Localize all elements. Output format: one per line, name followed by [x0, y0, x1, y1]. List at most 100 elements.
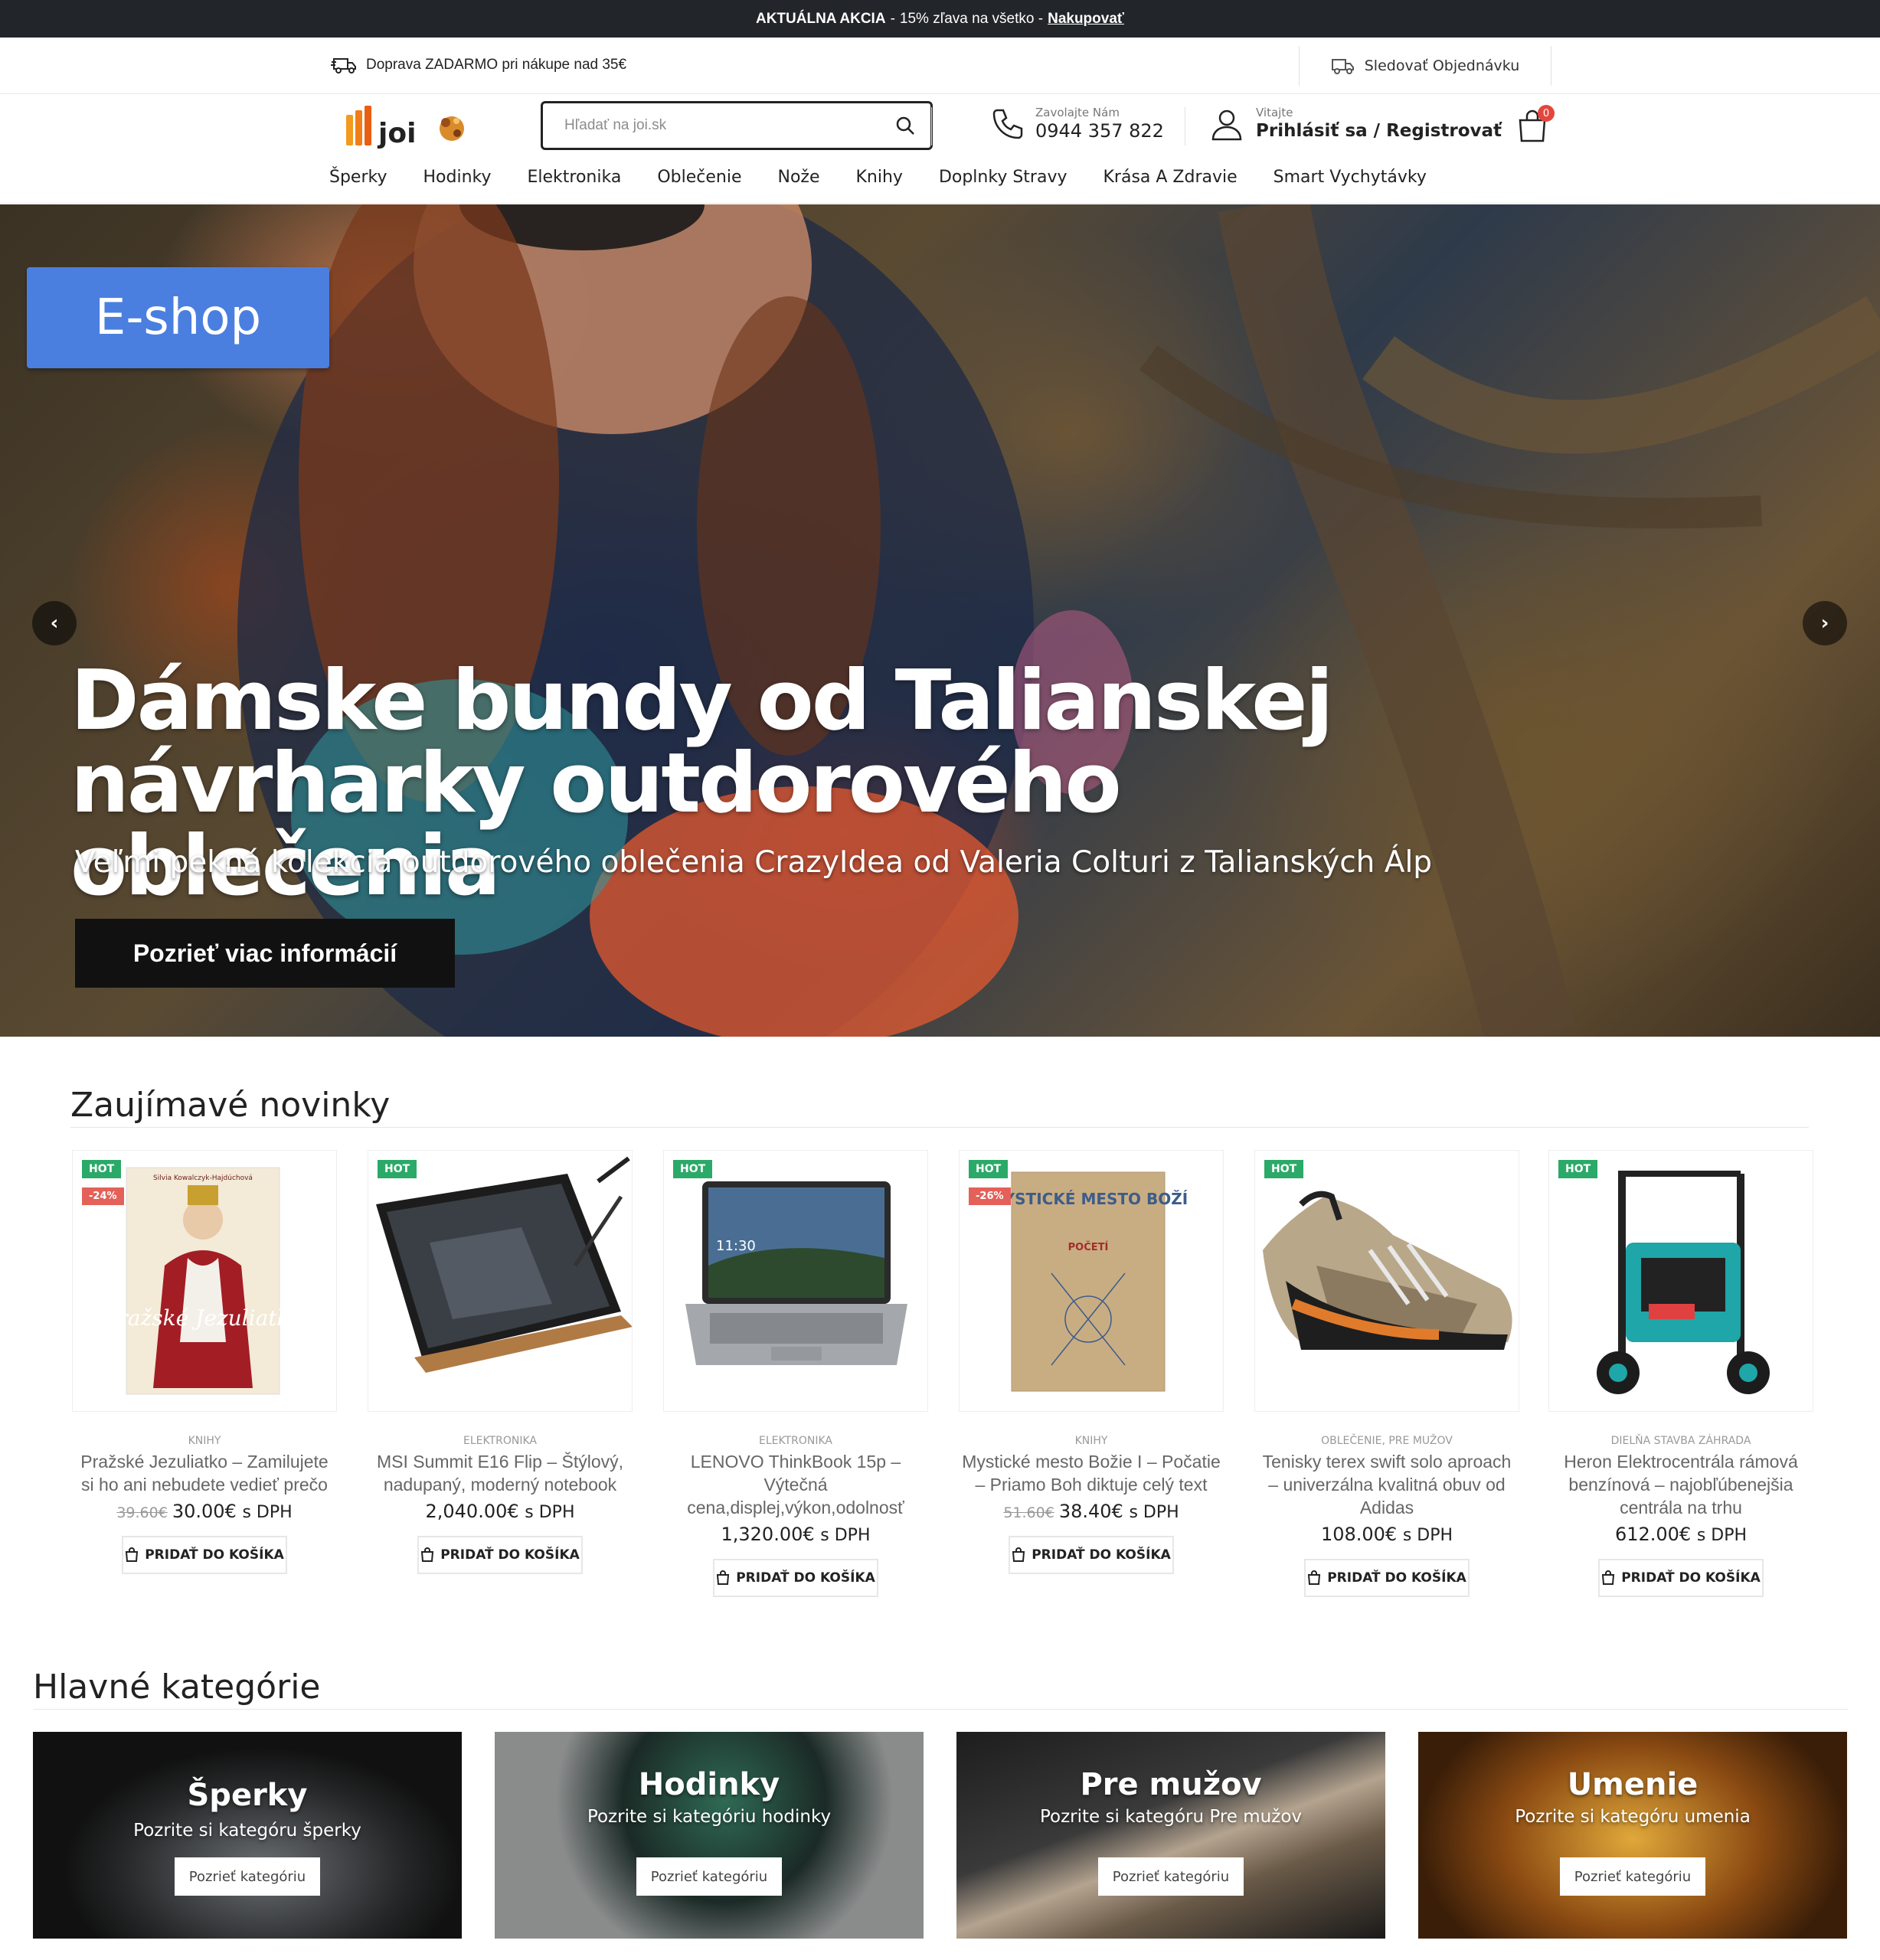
product-category[interactable]: DIELŇA STAVBA ZÁHRADA [1548, 1435, 1813, 1447]
product-price: 39.60€ 30.00€ s DPH [72, 1501, 337, 1522]
nav-item-doplnky-stravy[interactable]: Doplnky Stravy [939, 168, 1068, 187]
category-card-sperky[interactable]: Šperky Pozrite si kategóru šperky Pozrie… [33, 1732, 462, 1939]
phone-contact[interactable]: Zavolajte Nám 0944 357 822 [991, 106, 1164, 142]
product-category[interactable]: ELEKTRONIKA [663, 1435, 928, 1447]
product-card[interactable]: HOT OBLEČENIE, PRE MUŽOV Tenisky terex s… [1254, 1150, 1519, 1597]
add-to-cart-button[interactable]: PRIDAŤ DO KOŠÍKA [1598, 1559, 1764, 1597]
search-input[interactable] [564, 117, 895, 134]
hot-badge: HOT [1264, 1160, 1304, 1178]
free-shipping-notice: Doprava ZADARMO pri nákupe nad 35€ [331, 56, 626, 74]
product-name[interactable]: MSI Summit E16 Flip – Štýlový, nadupaný,… [368, 1450, 633, 1496]
product-name[interactable]: LENOVO ThinkBook 15p – Výtečná cena,disp… [663, 1450, 928, 1519]
product-name[interactable]: Tenisky terex swift solo aproach – unive… [1254, 1450, 1519, 1519]
login-register-link[interactable]: Prihlásiť sa / Registrovať [1256, 119, 1502, 142]
book-author: Silvia Kowalczyk-Hajdúchová [153, 1174, 253, 1182]
nav-item-hodinky[interactable]: Hodinky [423, 168, 492, 187]
header-divider [931, 107, 932, 145]
product-price: 612.00€ s DPH [1548, 1524, 1813, 1545]
add-to-cart-label: PRIDAŤ DO KOŠÍKA [1327, 1570, 1466, 1586]
hot-badge: HOT [378, 1160, 417, 1178]
section-title-kategorie: Hlavné kategórie [33, 1668, 321, 1707]
category-card-hodinky[interactable]: Hodinky Pozrite si kategóriu hodinky Poz… [495, 1732, 924, 1939]
nav-item-oblecenie[interactable]: Oblečenie [657, 168, 741, 187]
book-title-text: MYSTICKÉ MESTO BOŽÍ [989, 1190, 1188, 1208]
account-login[interactable]: Vitajte Prihlásiť sa / Registrovať [1210, 106, 1502, 142]
shopping-bag-icon [421, 1547, 434, 1562]
hot-badge: HOT [673, 1160, 713, 1178]
nav-item-noze[interactable]: Nože [777, 168, 819, 187]
section-title-novinky: Zaujímavé novinky [70, 1086, 391, 1125]
cart-button[interactable]: 0 [1516, 105, 1555, 146]
vat-label: s DPH [1696, 1526, 1748, 1545]
nav-item-elektronika[interactable]: Elektronika [528, 168, 622, 187]
add-to-cart-button[interactable]: PRIDAŤ DO KOŠÍKA [1304, 1559, 1470, 1597]
account-label: Vitajte [1256, 106, 1293, 119]
product-card[interactable]: HOT DIELŇA STAVBA ZÁHRADA Heron Elektroc… [1548, 1150, 1813, 1597]
category-description: Pozrite si kategóriu hodinky [587, 1807, 832, 1827]
track-order-link[interactable]: Sledovať Objednávku [1299, 46, 1551, 86]
current-price: 108.00€ [1320, 1524, 1398, 1545]
promo-shop-link[interactable]: Nakupovať [1048, 11, 1124, 28]
product-card[interactable]: HOT ELEKTRONIKA MSI Summit E16 Flip – Št… [368, 1150, 633, 1574]
promo-label: AKTUÁLNA AKCIA [755, 10, 886, 27]
product-name[interactable]: Mystické mesto Božie I – Počatie – Priam… [959, 1450, 1224, 1496]
view-category-button[interactable]: Pozrieť kategóriu [1560, 1857, 1705, 1896]
product-name[interactable]: Heron Elektrocentrála rámová benzínová –… [1548, 1450, 1813, 1519]
category-title: Hodinky [638, 1767, 780, 1802]
free-shipping-text: Doprava ZADARMO pri nákupe nad 35€ [366, 57, 627, 73]
discount-badge: -24% [82, 1187, 124, 1205]
category-description: Pozrite si kategóru umenia [1515, 1807, 1751, 1827]
hero-subtitle: Veľmi pekná kolekcia outdorového oblečen… [75, 845, 1433, 880]
nav-item-krasa-a-zdravie[interactable]: Krása A Zdravie [1103, 168, 1237, 187]
svg-text:joi: joi [377, 118, 416, 149]
search-icon[interactable] [895, 116, 915, 136]
product-image[interactable]: Silvia Kowalczyk-Hajdúchová Pražské Jezu… [72, 1150, 337, 1412]
view-category-button[interactable]: Pozrieť kategóriu [1098, 1857, 1244, 1896]
add-to-cart-button[interactable]: PRIDAŤ DO KOŠÍKA [417, 1536, 583, 1574]
nav-item-knihy[interactable]: Knihy [855, 168, 902, 187]
hero-more-info-button[interactable]: Pozrieť viac informácií [75, 919, 455, 988]
phone-number[interactable]: 0944 357 822 [1035, 119, 1164, 142]
product-image[interactable]: MYSTICKÉ MESTO BOŽÍ POČETÍ HOT -26% [959, 1150, 1224, 1412]
add-to-cart-button[interactable]: PRIDAŤ DO KOŠÍKA [122, 1536, 287, 1574]
section-divider [33, 1709, 1848, 1710]
book-title-text: Pražské Jezuliatko [103, 1305, 303, 1331]
add-to-cart-button[interactable]: PRIDAŤ DO KOŠÍKA [1009, 1536, 1174, 1574]
product-price: 1,320.00€ s DPH [663, 1524, 928, 1545]
add-to-cart-label: PRIDAŤ DO KOŠÍKA [736, 1570, 875, 1586]
category-card-umenie[interactable]: Umenie Pozrite si kategóru umenia Pozrie… [1418, 1732, 1847, 1939]
product-card[interactable]: MYSTICKÉ MESTO BOŽÍ POČETÍ HOT -26% KNIH… [959, 1150, 1224, 1574]
current-price: 1,320.00€ [721, 1524, 815, 1545]
product-image[interactable]: HOT [1548, 1150, 1813, 1412]
category-card-pre-muzov[interactable]: Pre mužov Pozrite si kategóru Pre mužov … [956, 1732, 1385, 1939]
nav-item-sperky[interactable]: Šperky [329, 168, 387, 187]
joi-logo[interactable]: joi [345, 104, 467, 150]
screen-clock: 11:30 [716, 1238, 756, 1254]
section-divider [70, 1127, 1809, 1128]
view-category-button[interactable]: Pozrieť kategóriu [636, 1857, 782, 1896]
truck-icon [1331, 59, 1354, 74]
info-bar: Doprava ZADARMO pri nákupe nad 35€ Sledo… [0, 38, 1880, 94]
shopping-bag-icon [1308, 1570, 1321, 1585]
slider-prev-button[interactable]: ‹ [32, 601, 77, 645]
book-subtitle-text: POČETÍ [1068, 1241, 1109, 1253]
product-image[interactable]: 11:30 HOT [663, 1150, 928, 1412]
product-image[interactable]: HOT [1254, 1150, 1519, 1412]
slider-next-button[interactable]: › [1803, 601, 1847, 645]
view-category-button[interactable]: Pozrieť kategóriu [175, 1857, 320, 1896]
add-to-cart-button[interactable]: PRIDAŤ DO KOŠÍKA [713, 1559, 878, 1597]
vat-label: s DPH [525, 1503, 575, 1522]
category-title: Umenie [1567, 1767, 1699, 1802]
product-image[interactable]: HOT [368, 1150, 633, 1412]
product-category[interactable]: ELEKTRONIKA [368, 1435, 633, 1447]
vat-label: s DPH [820, 1526, 871, 1545]
old-price: 51.60€ [1003, 1504, 1054, 1521]
product-name[interactable]: Pražské Jezuliatko – Zamilujete si ho an… [72, 1450, 337, 1496]
category-title: Šperky [187, 1778, 308, 1813]
nav-item-smart-vychytavky[interactable]: Smart Vychytávky [1273, 168, 1427, 187]
product-card[interactable]: 11:30 HOT ELEKTRONIKA LENOVO ThinkBook 1… [663, 1150, 928, 1597]
product-category[interactable]: KNIHY [959, 1435, 1224, 1447]
product-category[interactable]: OBLEČENIE, PRE MUŽOV [1254, 1435, 1519, 1447]
product-card[interactable]: Silvia Kowalczyk-Hajdúchová Pražské Jezu… [72, 1150, 337, 1574]
product-category[interactable]: KNIHY [72, 1435, 337, 1447]
